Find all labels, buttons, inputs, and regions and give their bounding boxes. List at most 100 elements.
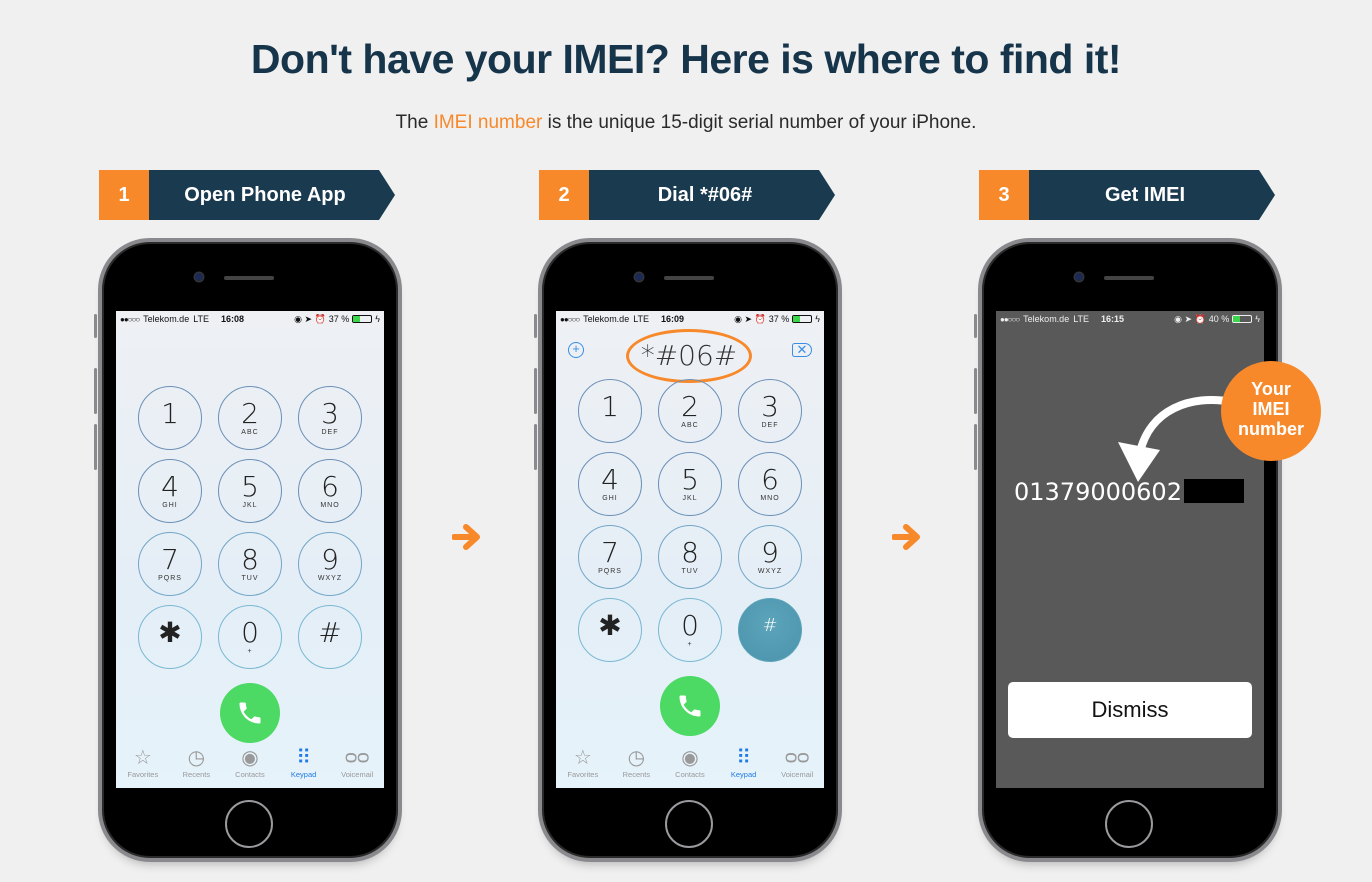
key-digit: 4	[601, 462, 619, 496]
keypad-key-7[interactable]: 7 PQRS	[138, 532, 202, 596]
keypad-key-5[interactable]: 5 JKL	[218, 459, 282, 523]
home-button[interactable]	[225, 800, 273, 848]
charging-icon: ϟ	[375, 314, 380, 324]
signal-dots: ●●○○○	[560, 314, 580, 324]
keypad: 1 2 ABC 3 DEF 4 GHI 5 JKL 6 MNO 7 PQRS 8 TUV 9 WXYZ ✱ 0 + #	[138, 386, 362, 669]
phone-handset-icon	[679, 695, 701, 717]
phone-screen: ●●○○○ Telekom.de LTE 16:08 ◉ ➤ ⏰ 37 % ϟ …	[116, 311, 384, 788]
tab-recents[interactable]: ◷ Recents	[610, 744, 662, 788]
keypad-key-0[interactable]: 0 +	[658, 598, 722, 662]
home-button[interactable]	[665, 800, 713, 848]
charging-icon: ϟ	[1255, 314, 1260, 324]
key-digit: 3	[761, 389, 779, 423]
tab-bar: ☆ Favorites ◷ Recents ◉ Contacts ⠿ Keypad ᴑᴑ Voic…	[556, 744, 824, 788]
keypad-key-hash[interactable]: #	[298, 605, 362, 669]
contacts-icon: ◉	[681, 746, 699, 769]
keypad-key-9[interactable]: 9 WXYZ	[738, 525, 802, 589]
keypad-key-7[interactable]: 7 PQRS	[578, 525, 642, 589]
tab-label: Contacts	[675, 770, 705, 779]
battery-icon	[352, 315, 373, 323]
step-label: Dial *#06#	[589, 170, 835, 220]
earpiece-speaker	[224, 276, 274, 280]
step-label: Get IMEI	[1029, 170, 1275, 220]
keypad-key-3[interactable]: 3 DEF	[298, 386, 362, 450]
carrier: Telekom.de	[583, 314, 630, 324]
keypad-key-6[interactable]: 6 MNO	[738, 452, 802, 516]
keypad-key-1[interactable]: 1	[578, 379, 642, 443]
key-digit: #	[762, 614, 778, 636]
tab-recents[interactable]: ◷ Recents	[170, 744, 222, 788]
badge-line: Your	[1251, 379, 1291, 399]
key-digit: ✱	[158, 615, 182, 649]
keypad-key-hash[interactable]: #	[738, 598, 802, 662]
tab-label: Keypad	[730, 770, 757, 779]
status-bar: ●●○○○ Telekom.de LTE 16:15 ◉ ➤ ⏰ 40 % ϟ	[996, 311, 1264, 327]
volume-down-button	[534, 424, 537, 470]
call-button[interactable]	[220, 683, 280, 743]
tab-label: Voicemail	[781, 770, 814, 779]
keypad-key-6[interactable]: 6 MNO	[298, 459, 362, 523]
delete-icon[interactable]: ✕	[792, 343, 812, 357]
tab-contacts[interactable]: ◉ Contacts	[664, 744, 716, 788]
tab-voicemail[interactable]: ᴑᴑ Voicemail	[331, 744, 383, 788]
clock: 16:15	[1101, 314, 1125, 324]
keypad-key-2[interactable]: 2 ABC	[218, 386, 282, 450]
favorites-icon: ☆	[133, 746, 152, 769]
recents-icon: ◷	[627, 746, 646, 769]
key-letters: DEF	[321, 428, 339, 436]
keypad-key-1[interactable]: 1	[138, 386, 202, 450]
step-number: 2	[539, 170, 589, 220]
keypad-key-star[interactable]: ✱	[578, 598, 642, 662]
key-letters: PQRS	[598, 567, 622, 575]
add-contact-icon[interactable]: +	[568, 342, 584, 358]
clock: 16:08	[221, 314, 245, 324]
battery-percent: 37 %	[328, 314, 350, 324]
tab-keypad[interactable]: ⠿ Keypad	[718, 744, 770, 788]
dialed-number: *#06#	[626, 329, 752, 383]
tab-voicemail[interactable]: ᴑᴑ Voicemail	[771, 744, 823, 788]
key-digit: 4	[161, 469, 179, 503]
keypad-key-0[interactable]: 0 +	[218, 605, 282, 669]
call-button[interactable]	[660, 676, 720, 736]
earpiece-speaker	[664, 276, 714, 280]
keypad-key-8[interactable]: 8 TUV	[218, 532, 282, 596]
dial-display: + *#06# ✕	[556, 329, 824, 383]
key-letters: GHI	[602, 494, 618, 502]
tab-favorites[interactable]: ☆ Favorites	[117, 744, 169, 788]
front-camera	[195, 273, 203, 281]
status-bar: ●●○○○ Telekom.de LTE 16:09 ◉ ➤ ⏰ 37 % ϟ	[556, 311, 824, 327]
keypad-key-3[interactable]: 3 DEF	[738, 379, 802, 443]
home-button[interactable]	[1105, 800, 1153, 848]
status-icons: ◉ ➤ ⏰	[1174, 313, 1206, 324]
keypad-key-9[interactable]: 9 WXYZ	[298, 532, 362, 596]
key-digit: 7	[161, 542, 179, 576]
tab-keypad[interactable]: ⠿ Keypad	[278, 744, 330, 788]
keypad-key-2[interactable]: 2 ABC	[658, 379, 722, 443]
key-digit: ✱	[598, 608, 622, 642]
keypad-key-5[interactable]: 5 JKL	[658, 452, 722, 516]
dismiss-button[interactable]: Dismiss	[1008, 682, 1252, 738]
imei-badge: Your IMEI number	[1221, 361, 1321, 461]
battery-percent: 40 %	[1208, 314, 1230, 324]
tab-contacts[interactable]: ◉ Contacts	[224, 744, 276, 788]
keypad-key-star[interactable]: ✱	[138, 605, 202, 669]
keypad-key-4[interactable]: 4 GHI	[578, 452, 642, 516]
key-letters: ABC	[681, 421, 699, 429]
tab-favorites[interactable]: ☆ Favorites	[557, 744, 609, 788]
front-camera	[1075, 273, 1083, 281]
key-letters: TUV	[681, 567, 699, 575]
key-letters: DEF	[761, 421, 779, 429]
badge-line: IMEI	[1252, 399, 1290, 419]
key-letters: TUV	[241, 574, 259, 582]
key-letters: MNO	[320, 501, 340, 509]
keypad-key-8[interactable]: 8 TUV	[658, 525, 722, 589]
key-digit: 9	[761, 535, 779, 569]
key-digit: 2	[241, 396, 259, 430]
contacts-icon: ◉	[241, 746, 259, 769]
keypad-icon: ⠿	[296, 746, 311, 769]
subtitle-pre: The	[395, 112, 434, 133]
keypad-key-4[interactable]: 4 GHI	[138, 459, 202, 523]
key-digit: 5	[241, 469, 259, 503]
page-title: Don't have your IMEI? Here is where to f…	[250, 36, 1122, 82]
key-letters: MNO	[760, 494, 780, 502]
